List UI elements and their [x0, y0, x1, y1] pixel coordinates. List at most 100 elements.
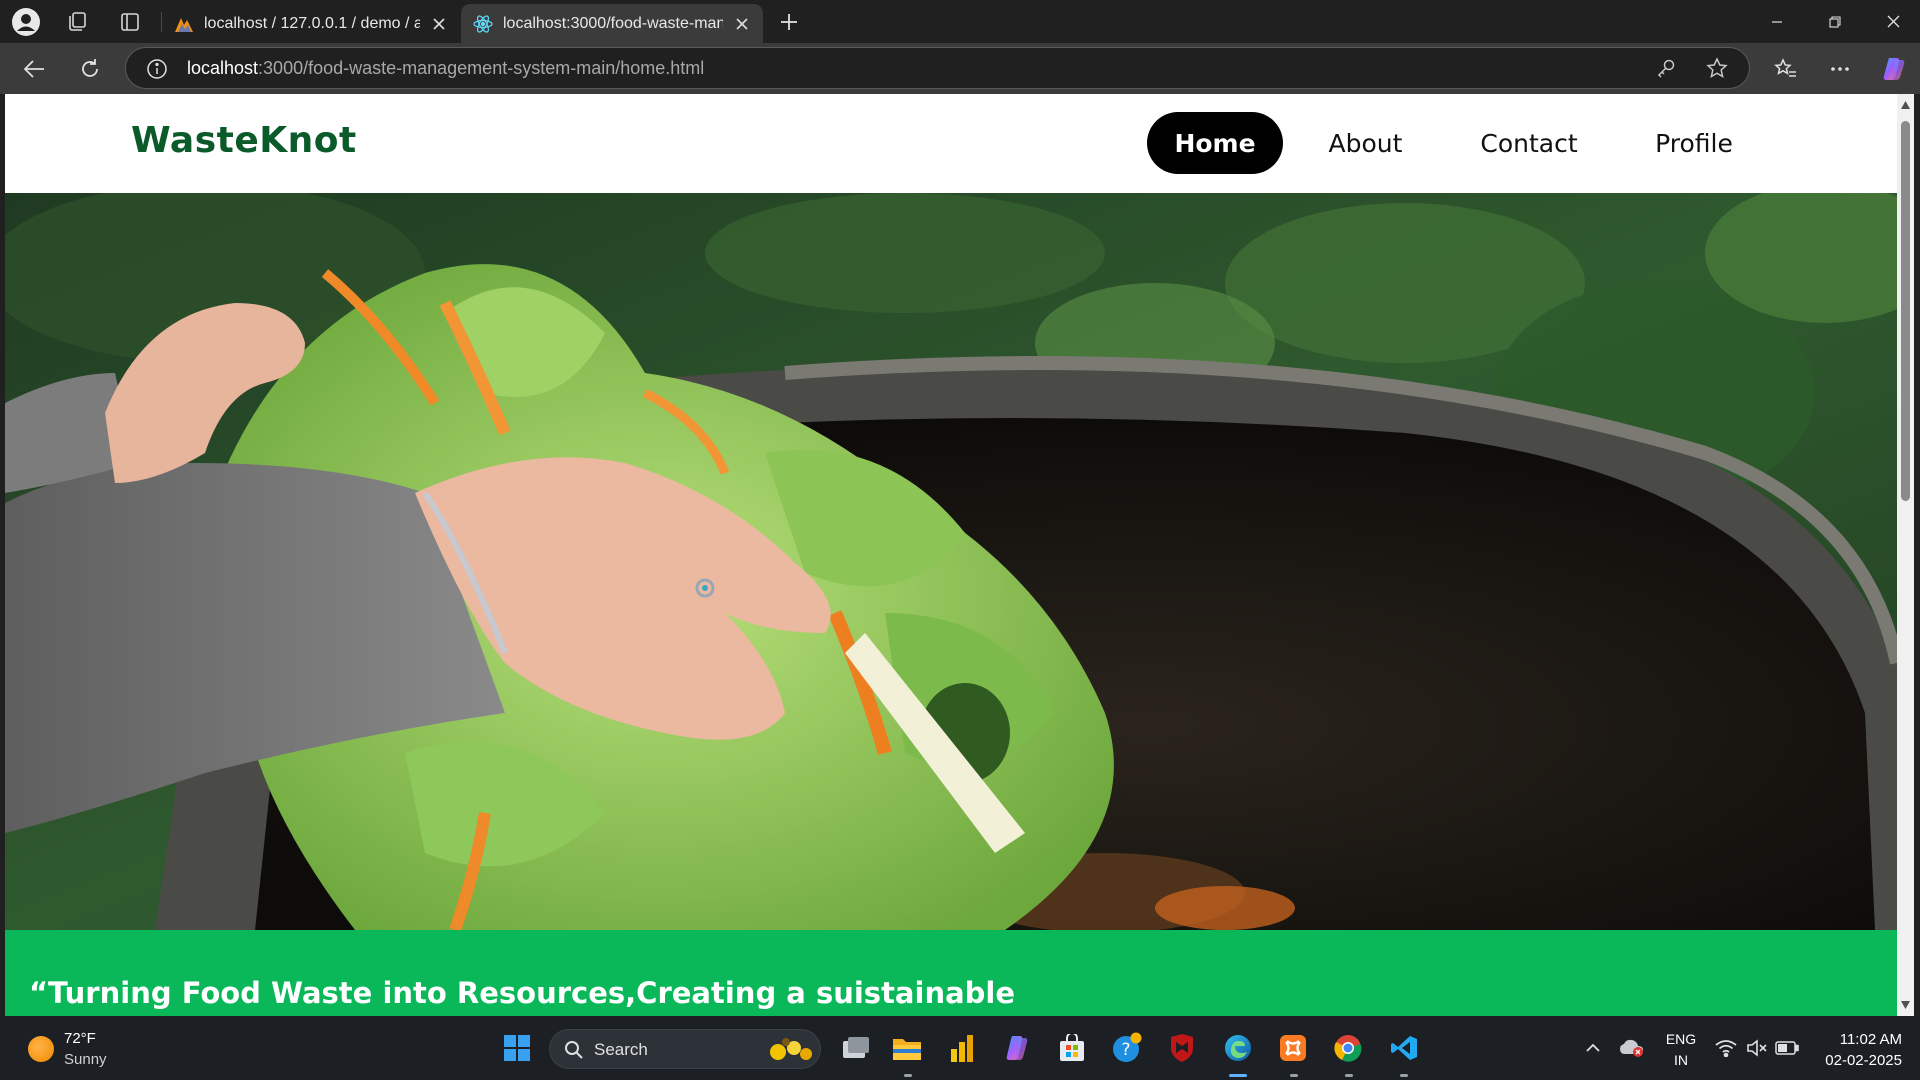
react-icon — [473, 14, 493, 34]
profile-icon — [12, 8, 40, 36]
nav-contact-link[interactable]: Contact — [1448, 112, 1610, 174]
scrollbar-thumb[interactable] — [1901, 121, 1910, 501]
phpmyadmin-icon — [174, 14, 194, 34]
running-indicator — [1290, 1074, 1298, 1077]
url-text[interactable]: localhost:3000/food-waste-management-sys… — [187, 58, 704, 79]
tab-wasteknot-active[interactable]: localhost:3000/food-waste-management-sys… — [461, 4, 763, 43]
task-view-icon — [843, 1037, 869, 1058]
url-path: :3000/food-waste-management-system-main/… — [258, 58, 705, 78]
back-arrow-icon — [23, 60, 44, 78]
cloud-error-icon — [1620, 1039, 1643, 1057]
vertical-tabs-icon — [121, 13, 139, 31]
chevron-up-icon — [1586, 1043, 1600, 1052]
task-view-button[interactable] — [838, 1030, 874, 1066]
edge-icon — [1225, 1035, 1251, 1061]
sun-weather-icon[interactable] — [28, 1036, 54, 1062]
battery-button[interactable] — [1769, 1030, 1805, 1066]
taskbar-search[interactable]: Search — [549, 1029, 821, 1069]
copilot-app-button[interactable] — [999, 1030, 1035, 1066]
minimize-button[interactable] — [1748, 0, 1806, 43]
vscode-icon — [1391, 1036, 1417, 1060]
page-scrollbar[interactable] — [1897, 94, 1914, 1016]
workspaces-button[interactable] — [61, 6, 93, 38]
close-tab-icon[interactable] — [430, 15, 448, 33]
vscode-button[interactable] — [1386, 1030, 1422, 1066]
nav-profile-link[interactable]: Profile — [1610, 112, 1778, 174]
reload-button[interactable] — [72, 51, 108, 87]
weather-temperature[interactable]: 72°F — [64, 1030, 96, 1047]
close-tab-icon[interactable] — [733, 15, 751, 33]
battery-icon — [1775, 1041, 1799, 1055]
search-label: Search — [594, 1040, 648, 1059]
chrome-icon — [1334, 1035, 1362, 1062]
onedrive-status-button[interactable] — [1614, 1030, 1650, 1066]
site-header: WasteKnot Home About Contact Profile — [5, 94, 1897, 193]
get-help-button[interactable]: ? — [1109, 1030, 1145, 1066]
tagline-band: “Turning Food Waste into Resources,Creat… — [5, 930, 1897, 1016]
copilot-icon — [1883, 58, 1905, 80]
favorites-button[interactable] — [1768, 51, 1804, 87]
tab-title: localhost / 127.0.0.1 / demo / admin — [204, 14, 421, 32]
help-icon: ? — [1113, 1032, 1142, 1062]
new-tab-button[interactable] — [773, 6, 805, 38]
back-button[interactable] — [16, 51, 52, 87]
microsoft-store-button[interactable] — [1054, 1030, 1090, 1066]
tab-phpmyadmin[interactable]: localhost / 127.0.0.1 / demo / admin — [162, 4, 460, 43]
weather-condition[interactable]: Sunny — [64, 1051, 107, 1068]
windows-start-icon — [504, 1035, 530, 1061]
favorites-list-icon — [1774, 58, 1796, 77]
tab-actions-button[interactable] — [114, 6, 146, 38]
settings-more-button[interactable] — [1822, 51, 1858, 87]
nav-home-link[interactable]: Home — [1147, 112, 1283, 174]
power-bi-button[interactable] — [944, 1030, 980, 1066]
scroll-up-icon[interactable] — [1900, 100, 1911, 110]
browser-tab-bar: localhost / 127.0.0.1 / demo / admin loc… — [0, 0, 1920, 43]
active-app-indicator — [1229, 1074, 1247, 1077]
file-explorer-icon — [893, 1039, 921, 1060]
search-icon — [565, 1041, 583, 1059]
wifi-icon — [1715, 1040, 1737, 1057]
compost-photo — [5, 193, 1897, 930]
mcafee-button[interactable] — [1164, 1030, 1200, 1066]
search-highlight-art-icon — [770, 1038, 812, 1060]
edge-button[interactable] — [1220, 1030, 1256, 1066]
scroll-down-icon[interactable] — [1900, 1000, 1911, 1010]
speaker-muted-icon — [1747, 1039, 1767, 1057]
url-host: localhost — [187, 58, 259, 78]
nav-about-link[interactable]: About — [1283, 112, 1448, 174]
restore-button[interactable] — [1806, 0, 1864, 43]
browser-toolbar: localhost:3000/food-waste-management-sys… — [0, 43, 1920, 94]
reload-icon — [82, 59, 98, 77]
show-hidden-icons-button[interactable] — [1575, 1030, 1611, 1066]
input-language[interactable]: ENG — [1658, 1031, 1704, 1047]
input-region[interactable]: IN — [1658, 1052, 1704, 1068]
xampp-button[interactable] — [1275, 1030, 1311, 1066]
hero-image — [5, 193, 1897, 930]
site-logo[interactable]: WasteKnot — [131, 120, 357, 161]
site-nav: Home About Contact Profile — [1147, 112, 1778, 174]
tab-title: localhost:3000/food-waste-management-sys… — [503, 14, 723, 32]
site-info-icon[interactable] — [146, 58, 168, 80]
power-bi-icon — [951, 1035, 973, 1062]
favorite-star-icon[interactable] — [1706, 57, 1728, 79]
running-indicator — [1400, 1074, 1408, 1077]
file-explorer-button[interactable] — [889, 1030, 925, 1066]
close-window-button[interactable] — [1864, 0, 1920, 43]
address-bar[interactable]: localhost:3000/food-waste-management-sys… — [125, 47, 1750, 89]
hero-tagline: “Turning Food Waste into Resources,Creat… — [29, 976, 1016, 1010]
mcafee-icon — [1171, 1034, 1193, 1062]
windows-taskbar: 72°F Sunny Search ? ENG IN 11:02 AM 02-0… — [0, 1016, 1920, 1080]
copilot-icon — [1006, 1036, 1028, 1060]
plus-icon — [781, 14, 797, 30]
profile-button[interactable] — [10, 6, 42, 38]
start-button[interactable] — [499, 1030, 535, 1066]
clock-time[interactable]: 11:02 AM — [1806, 1031, 1902, 1048]
copilot-button[interactable] — [1876, 51, 1912, 87]
microsoft-store-icon — [1060, 1034, 1084, 1061]
chrome-button[interactable] — [1330, 1030, 1366, 1066]
close-icon — [1887, 15, 1899, 28]
password-key-icon[interactable] — [1656, 58, 1676, 78]
page-viewport: WasteKnot Home About Contact Profile “Tu… — [5, 94, 1897, 1016]
workspaces-icon — [69, 12, 86, 31]
clock-date[interactable]: 02-02-2025 — [1806, 1052, 1902, 1069]
